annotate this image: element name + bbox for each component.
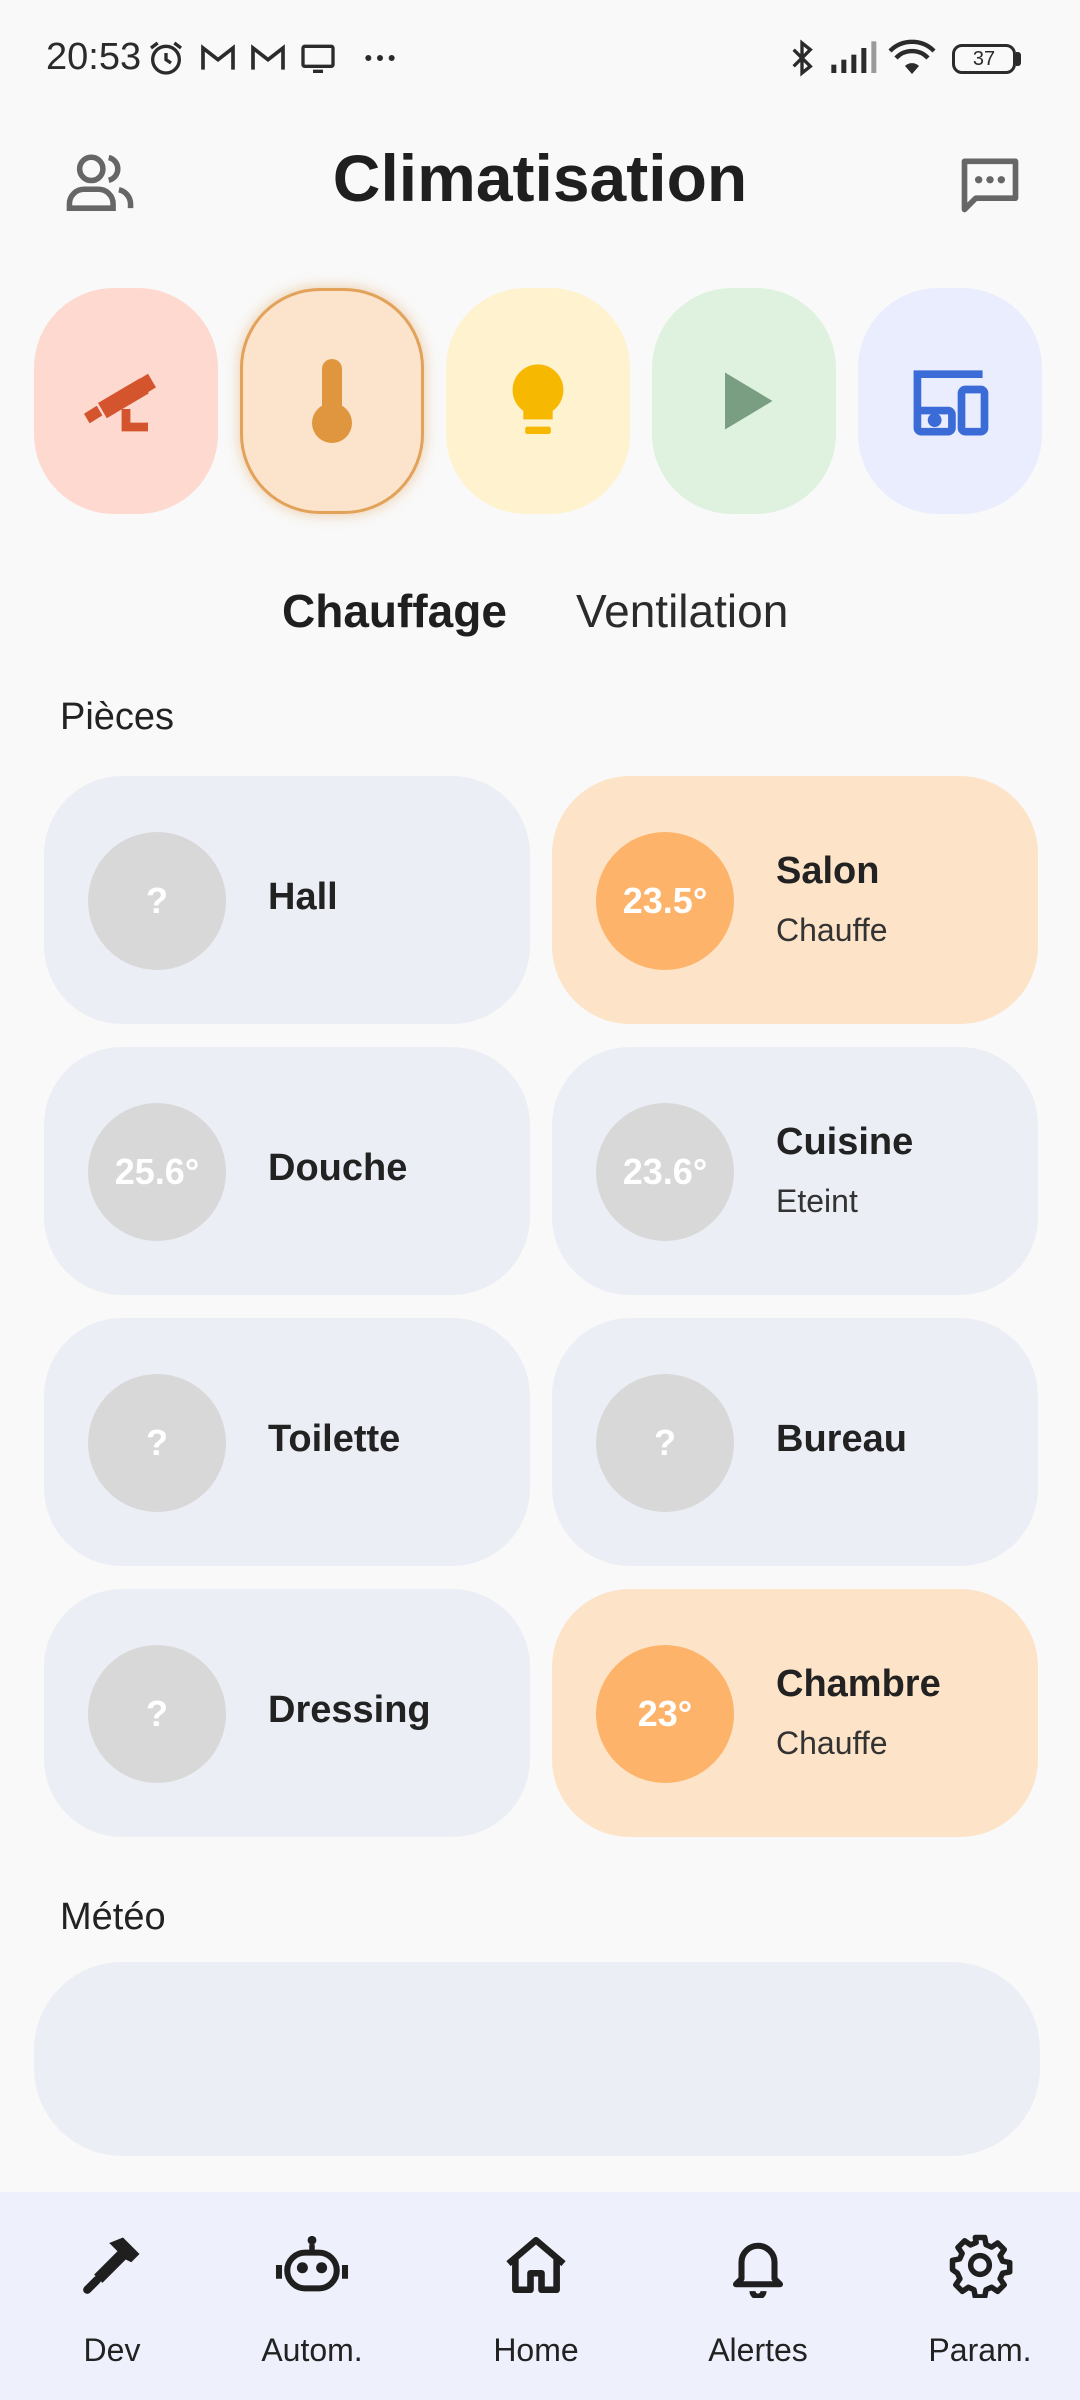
- room-card[interactable]: ? Toilette: [44, 1318, 530, 1566]
- category-climate[interactable]: [240, 288, 424, 514]
- cast-icon: [301, 44, 335, 73]
- room-card[interactable]: 23.6° Cuisine Eteint: [552, 1047, 1038, 1295]
- room-temp-badge: ?: [88, 1645, 226, 1783]
- nav-item-param[interactable]: Param.: [890, 2192, 1070, 2400]
- room-card[interactable]: ? Bureau: [552, 1318, 1038, 1566]
- nav-item-alertes[interactable]: Alertes: [668, 2192, 848, 2400]
- bell-icon: [732, 2242, 784, 2298]
- lightbulb-icon: [512, 364, 564, 434]
- nav-label: Dev: [83, 2332, 141, 2368]
- battery-indicator: 37: [952, 44, 1016, 74]
- room-card[interactable]: ? Hall: [44, 776, 530, 1024]
- room-temp-badge: ?: [88, 1374, 226, 1512]
- gmail-icon: [201, 44, 235, 70]
- signal-icon: [831, 41, 877, 73]
- room-card[interactable]: 23° Chambre Chauffe: [552, 1589, 1038, 1837]
- weather-card[interactable]: [34, 1962, 1040, 2156]
- devices-icon: [913, 370, 989, 436]
- room-name: Salon: [776, 850, 880, 892]
- category-devices[interactable]: [858, 288, 1042, 514]
- nav-label: Alertes: [708, 2332, 808, 2368]
- room-state: Chauffe: [776, 1725, 888, 1761]
- room-name: Cuisine: [776, 1121, 914, 1163]
- nav-label: Home: [493, 2332, 579, 2368]
- room-temp-badge: 25.6°: [88, 1103, 226, 1241]
- page-title: Climatisation: [332, 141, 748, 215]
- room-card[interactable]: 25.6° Douche: [44, 1047, 530, 1295]
- room-name: Hall: [268, 876, 338, 918]
- section-title-rooms: Pièces: [60, 696, 175, 738]
- room-temp-badge: ?: [596, 1374, 734, 1512]
- room-temp-badge: ?: [88, 832, 226, 970]
- section-title-weather: Météo: [60, 1896, 166, 1938]
- room-card[interactable]: 23.5° Salon Chauffe: [552, 776, 1038, 1024]
- tab-ventilation[interactable]: Ventilation: [576, 584, 788, 638]
- room-state: Eteint: [776, 1183, 858, 1219]
- tab-chauffage[interactable]: Chauffage: [282, 584, 507, 638]
- room-temp-badge: 23.6°: [596, 1103, 734, 1241]
- alarm-icon: [150, 41, 182, 75]
- nav-item-dev[interactable]: Dev: [22, 2192, 202, 2400]
- robot-icon: [275, 2235, 349, 2292]
- category-lighting[interactable]: [446, 288, 630, 514]
- room-card[interactable]: ? Dressing: [44, 1589, 530, 1837]
- room-temp-badge: 23°: [596, 1645, 734, 1783]
- room-name: Chambre: [776, 1663, 941, 1705]
- gmail-icon: [251, 44, 285, 70]
- bluetooth-icon: [792, 39, 813, 77]
- room-name: Douche: [268, 1147, 408, 1189]
- status-time: 20:53: [46, 36, 142, 78]
- room-temp-badge: 23.5°: [596, 832, 734, 970]
- wifi-icon: [888, 39, 936, 74]
- room-name: Dressing: [268, 1689, 431, 1731]
- room-state: Chauffe: [776, 912, 888, 948]
- thermometer-icon: [312, 359, 352, 443]
- more-icon: [365, 55, 395, 61]
- home-icon: [506, 2236, 566, 2294]
- security-camera-icon: [84, 373, 156, 432]
- nav-item-autom[interactable]: Autom.: [222, 2192, 402, 2400]
- nav-label: Autom.: [261, 2332, 363, 2368]
- nav-label: Param.: [928, 2332, 1032, 2368]
- message-icon[interactable]: [956, 150, 1024, 218]
- battery-tip: [1016, 52, 1021, 66]
- room-name: Bureau: [776, 1418, 907, 1460]
- bottom-nav: Dev Autom. Home Alertes Param.: [0, 2192, 1080, 2400]
- nav-item-home[interactable]: Home: [446, 2192, 626, 2400]
- category-media[interactable]: [652, 288, 836, 514]
- category-security[interactable]: [34, 288, 218, 514]
- play-icon: [725, 372, 773, 430]
- status-bar: 20:53 37: [0, 0, 1080, 120]
- hammer-icon: [83, 2237, 140, 2294]
- room-name: Toilette: [268, 1418, 401, 1460]
- gear-icon: [949, 2234, 1013, 2298]
